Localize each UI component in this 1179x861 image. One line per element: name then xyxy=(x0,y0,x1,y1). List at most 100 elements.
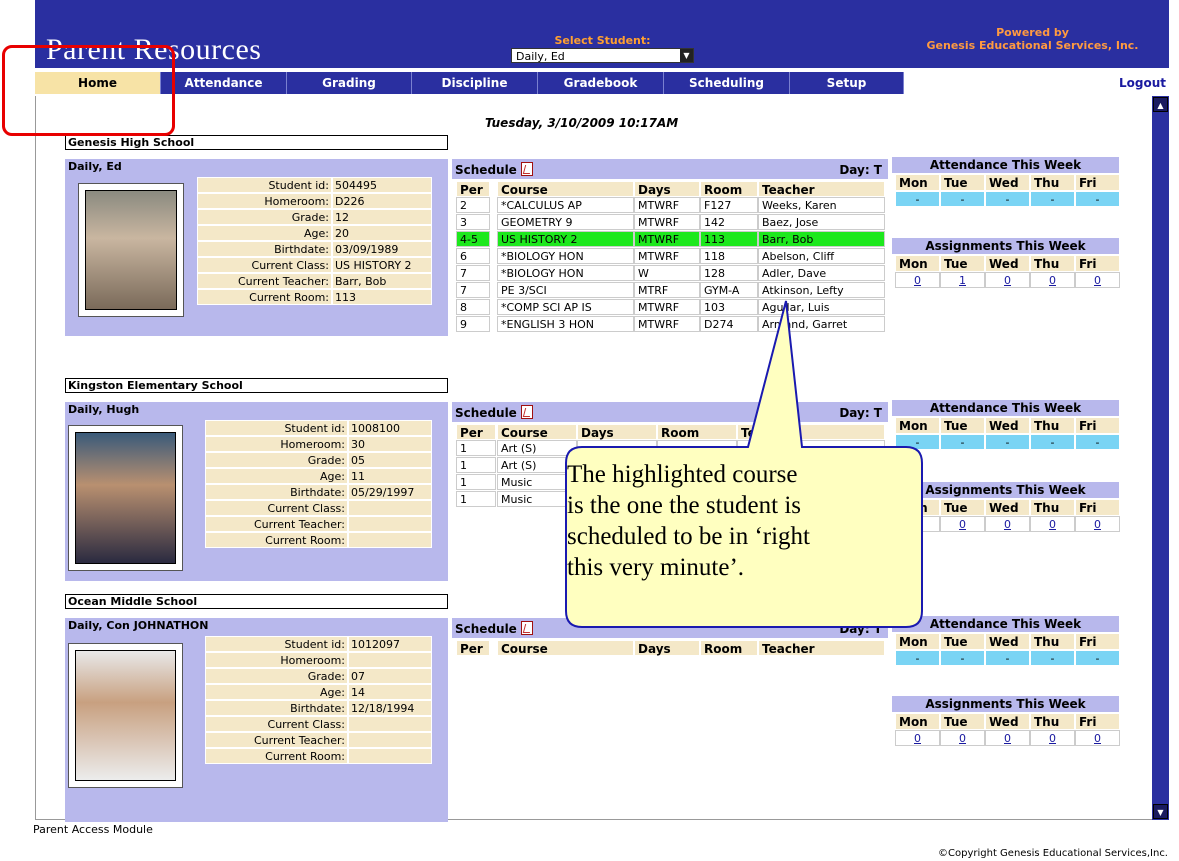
schedule-cell: US HISTORY 2 xyxy=(497,231,634,247)
pdf-icon[interactable] xyxy=(520,162,533,176)
day-header: Fri xyxy=(1075,417,1120,434)
callout-line: is the one the student is xyxy=(567,492,801,519)
info-value xyxy=(348,732,432,748)
tab-attendance[interactable]: Attendance xyxy=(161,72,287,94)
school-name: Ocean Middle School xyxy=(65,594,448,609)
schedule-column-header: Teacher xyxy=(758,640,885,656)
info-value xyxy=(348,652,432,668)
attendance-day-value: - xyxy=(1030,191,1075,207)
info-value xyxy=(348,500,432,516)
info-label: Current Teacher: xyxy=(197,273,332,289)
schedule-cell: 1 xyxy=(456,474,496,490)
attendance-day-value: - xyxy=(940,191,985,207)
schedule-header: Schedule Day: T xyxy=(452,159,888,179)
callout-text: The highlighted course is the one the st… xyxy=(567,459,897,583)
vertical-scrollbar[interactable] xyxy=(1152,96,1169,820)
attendance-day-value: - xyxy=(940,434,985,450)
info-value: D226 xyxy=(332,193,432,209)
schedule-cell: 4-5 xyxy=(456,231,490,247)
info-label: Grade: xyxy=(205,668,348,684)
tab-discipline[interactable]: Discipline xyxy=(412,72,538,94)
scroll-down-icon[interactable]: ▼ xyxy=(1153,804,1168,819)
info-value: 12/18/1994 xyxy=(348,700,432,716)
assignment-count-link[interactable]: 0 xyxy=(1030,730,1075,746)
assignment-count-link[interactable]: 0 xyxy=(985,730,1030,746)
assignment-count-link[interactable]: 0 xyxy=(985,516,1030,532)
schedule-cell: 1 xyxy=(456,491,496,507)
assignment-count-link[interactable]: 0 xyxy=(940,516,985,532)
callout-line: this very minute’. xyxy=(567,554,745,581)
attendance-day-value: - xyxy=(895,650,940,666)
schedule-column-header: Per xyxy=(456,424,496,440)
tab-grading[interactable]: Grading xyxy=(287,72,412,94)
schedule-cell: Baez, Jose xyxy=(758,214,885,230)
school-name: Kingston Elementary School xyxy=(65,378,448,393)
assignment-count-link[interactable]: 0 xyxy=(1075,516,1120,532)
info-label: Student id: xyxy=(205,420,348,436)
scroll-up-icon[interactable]: ▲ xyxy=(1153,97,1168,112)
day-header: Mon xyxy=(895,713,940,730)
assignment-count-link[interactable]: 0 xyxy=(985,272,1030,288)
highlight-annotation-box xyxy=(2,45,175,136)
day-header: Wed xyxy=(985,713,1030,730)
info-label: Current Teacher: xyxy=(205,516,348,532)
attendance-day-value: - xyxy=(1075,434,1120,450)
schedule-cell: 118 xyxy=(700,248,758,264)
student-name: Daily, Con JOHNATHON xyxy=(65,618,448,634)
info-label: Student id: xyxy=(205,636,348,652)
schedule-cell: GEOMETRY 9 xyxy=(497,214,634,230)
schedule-cell: MTWRF xyxy=(634,231,700,247)
powered-by-line1: Powered by xyxy=(996,26,1069,39)
schedule-cell: MTWRF xyxy=(634,214,700,230)
day-label: Day: T xyxy=(839,163,882,177)
schedule-cell: MTWRF xyxy=(634,248,700,264)
student-select[interactable]: Daily, Ed ▼ xyxy=(511,48,694,63)
info-value: 12 xyxy=(332,209,432,225)
student-photo xyxy=(75,650,176,781)
assignment-count-link[interactable]: 0 xyxy=(895,730,940,746)
powered-by: Powered by Genesis Educational Services,… xyxy=(895,26,1170,52)
school-name: Genesis High School xyxy=(65,135,448,150)
assignment-count-link[interactable]: 0 xyxy=(1075,730,1120,746)
info-label: Grade: xyxy=(205,452,348,468)
attendance-day-value: - xyxy=(1030,434,1075,450)
info-value: 1012097 xyxy=(348,636,432,652)
info-value: 11 xyxy=(348,468,432,484)
info-label: Homeroom: xyxy=(205,436,348,452)
schedule-column-header: Teacher xyxy=(758,181,885,197)
day-header: Fri xyxy=(1075,633,1120,650)
schedule-cell: 1 xyxy=(456,440,496,456)
day-header: Tue xyxy=(940,499,985,516)
attendance-day-value: - xyxy=(895,191,940,207)
schedule-cell: 8 xyxy=(456,299,490,315)
day-header: Wed xyxy=(985,499,1030,516)
day-header: Tue xyxy=(940,174,985,191)
info-label: Current Class: xyxy=(205,716,348,732)
info-value: 03/09/1989 xyxy=(332,241,432,257)
tab-setup[interactable]: Setup xyxy=(790,72,904,94)
attendance-day-value: - xyxy=(1075,650,1120,666)
assignment-count-link[interactable]: 0 xyxy=(1075,272,1120,288)
assignment-count-link[interactable]: 1 xyxy=(940,272,985,288)
assignment-count-link[interactable]: 0 xyxy=(1030,272,1075,288)
schedule-cell: 1 xyxy=(456,457,496,473)
info-label: Homeroom: xyxy=(197,193,332,209)
tab-gradebook[interactable]: Gradebook xyxy=(538,72,664,94)
schedule-label: Schedule xyxy=(455,622,517,636)
info-value: US HISTORY 2 xyxy=(332,257,432,273)
day-header: Fri xyxy=(1075,713,1120,730)
info-value: 1008100 xyxy=(348,420,432,436)
assignment-count-link[interactable]: 0 xyxy=(1030,516,1075,532)
assignment-count-link[interactable]: 0 xyxy=(940,730,985,746)
logout-link[interactable]: Logout xyxy=(1100,72,1166,94)
day-header: Thu xyxy=(1030,499,1075,516)
tab-scheduling[interactable]: Scheduling xyxy=(664,72,790,94)
schedule-column-header: Days xyxy=(634,181,700,197)
schedule-column-header: Course xyxy=(497,640,634,656)
schedule-label: Schedule xyxy=(455,406,517,420)
info-value: 30 xyxy=(348,436,432,452)
student-photo xyxy=(85,190,177,310)
info-label: Birthdate: xyxy=(197,241,332,257)
info-value: 07 xyxy=(348,668,432,684)
dropdown-arrow-icon[interactable]: ▼ xyxy=(680,49,693,62)
